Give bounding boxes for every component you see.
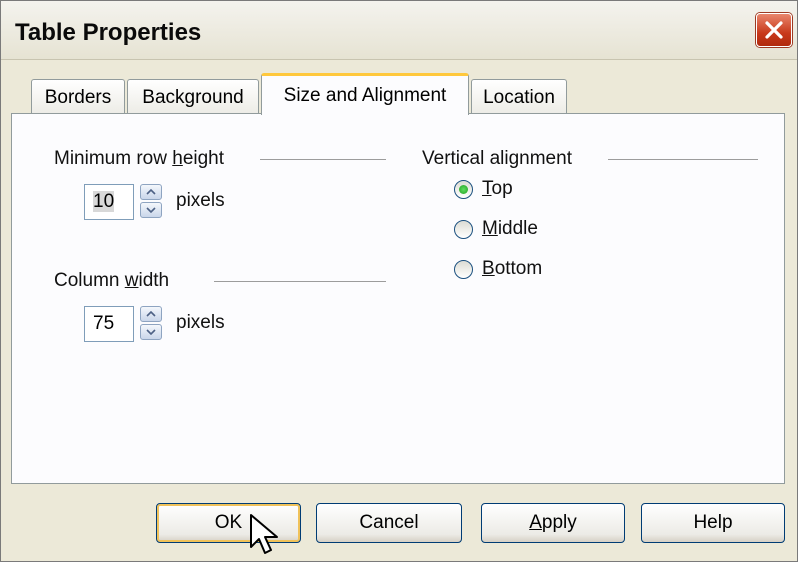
apply-button-label: Apply [529, 512, 577, 533]
arrow-up-icon [146, 189, 156, 195]
row-height-unit: pixels [176, 190, 225, 211]
column-width-group-line [214, 281, 386, 282]
tab-location[interactable]: Location [471, 79, 567, 115]
help-button[interactable]: Help [641, 503, 785, 543]
arrow-up-icon [146, 311, 156, 317]
row-height-stepper[interactable] [140, 184, 164, 220]
radio-middle[interactable] [454, 220, 473, 239]
row-height-down-button[interactable] [140, 202, 162, 218]
ok-button-label: OK [214, 512, 243, 533]
column-width-up-button[interactable] [140, 306, 162, 322]
column-width-label: Column width [54, 270, 170, 291]
tab-size-and-alignment-label: Size and Alignment [283, 84, 447, 106]
mouse-pointer-icon [250, 514, 278, 554]
arrow-down-icon [146, 329, 156, 335]
dialog-title: Table Properties [15, 19, 202, 46]
tab-size-and-alignment[interactable]: Size and Alignment [261, 73, 469, 115]
tab-panel: Minimum row height 10 pixels Column widt… [11, 113, 785, 484]
column-width-down-button[interactable] [140, 324, 162, 340]
arrow-down-icon [146, 207, 156, 213]
radio-bottom-label[interactable]: Bottom [482, 258, 542, 280]
radio-top-label[interactable]: Top [482, 178, 513, 200]
tab-background-label: Background [142, 86, 244, 108]
row-height-input[interactable]: 10 [84, 184, 134, 220]
row-height-label: Minimum row height [54, 148, 225, 169]
radio-middle-label[interactable]: Middle [482, 218, 538, 240]
radio-top[interactable] [454, 180, 473, 199]
tab-borders[interactable]: Borders [31, 79, 125, 115]
table-properties-dialog: Table Properties Borders Background Size… [0, 0, 798, 562]
column-width-unit: pixels [176, 312, 225, 333]
cancel-button[interactable]: Cancel [316, 503, 462, 543]
help-button-label: Help [693, 512, 733, 533]
tab-borders-label: Borders [44, 86, 112, 108]
row-height-up-button[interactable] [140, 184, 162, 200]
column-width-input[interactable]: 75 [84, 306, 134, 342]
vertical-alignment-group-line [608, 159, 758, 160]
row-height-group-line [260, 159, 386, 160]
column-width-stepper[interactable] [140, 306, 164, 342]
close-button[interactable] [756, 13, 792, 47]
title-bar[interactable]: Table Properties [1, 1, 797, 60]
close-icon [765, 21, 783, 39]
vertical-alignment-label: Vertical alignment [422, 148, 572, 169]
apply-button[interactable]: Apply [481, 503, 625, 543]
tab-location-label: Location [483, 86, 555, 108]
cancel-button-label: Cancel [359, 512, 419, 533]
tab-background[interactable]: Background [127, 79, 259, 115]
radio-bottom[interactable] [454, 260, 473, 279]
radio-selected-dot [459, 185, 468, 194]
